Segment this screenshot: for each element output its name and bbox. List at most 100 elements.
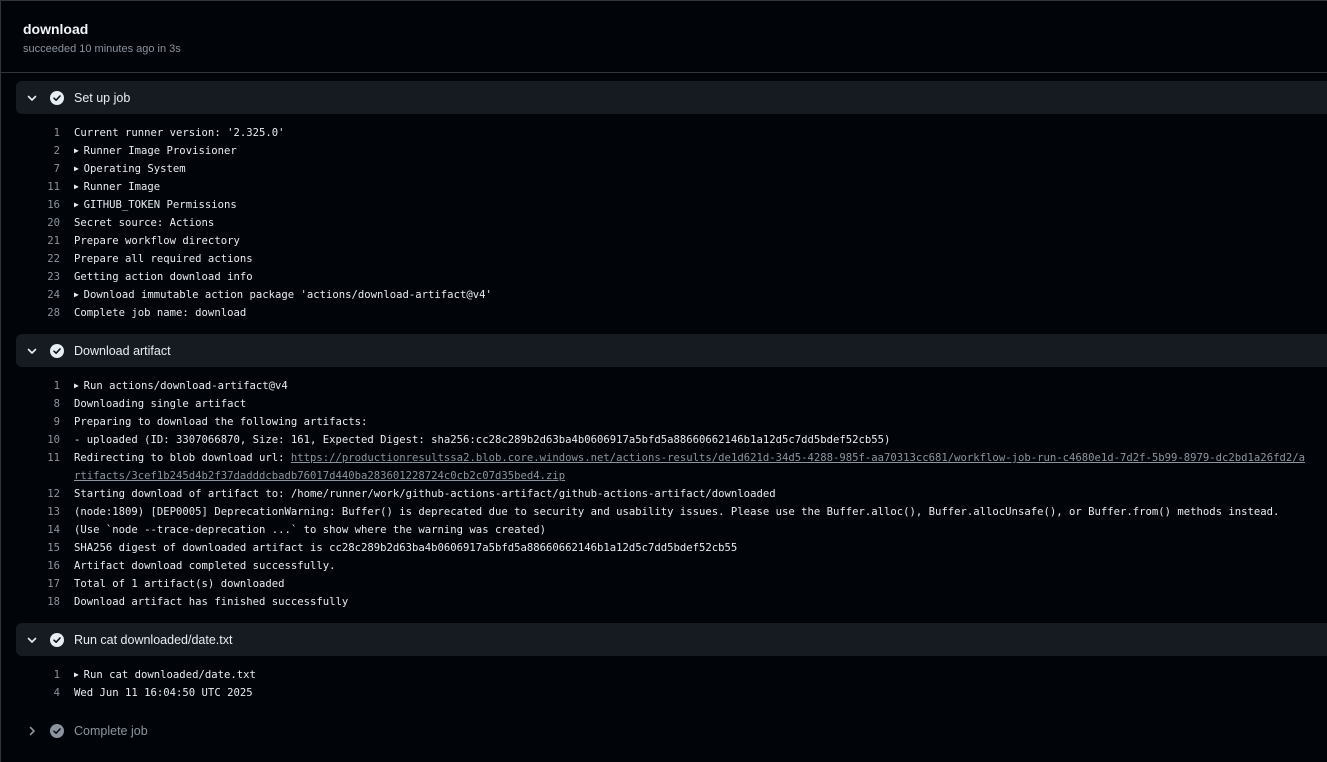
log-text: Total of 1 artifact(s) downloaded [74,575,1327,593]
log-line-text: GITHUB_TOKEN Permissions [83,199,237,211]
line-number[interactable]: 14 [1,521,60,539]
log-group-toggle[interactable]: ▶ Run actions/download-artifact@v4 [74,377,1327,395]
log-line: 8 Downloading single artifact [1,395,1327,413]
log-group-toggle[interactable]: ▶ Runner Image [74,178,1327,196]
line-number[interactable]: 11 [1,449,60,485]
check-circle-icon [50,723,64,738]
log-line: 10 - uploaded (ID: 3307066870, Size: 161,… [1,431,1327,449]
log-line-text: Preparing to download the following arti… [74,416,368,428]
log-line: 7 ▶ Operating System [1,160,1327,178]
line-number[interactable]: 8 [1,395,60,413]
step-header[interactable]: Download artifact [16,334,1327,367]
log-line: 16 Artifact download completed successful… [1,557,1327,575]
log-line: 11 Redirecting to blob download url: http… [1,449,1327,485]
chevron-right-icon[interactable] [25,724,39,738]
log-line-text: Getting action download info [74,271,253,283]
triangle-right-icon[interactable]: ▶ [74,146,84,155]
triangle-right-icon[interactable]: ▶ [74,200,84,209]
line-number[interactable]: 20 [1,214,60,232]
log-line: 1 ▶ Run actions/download-artifact@v4 [1,377,1327,395]
log-group-toggle[interactable]: ▶ Download immutable action package 'act… [74,286,1327,304]
line-number[interactable]: 17 [1,575,60,593]
step-log: 1 Current runner version: '2.325.0' 2 ▶ Run… [1,114,1327,334]
line-number[interactable]: 11 [1,178,60,196]
step-title: Complete job [74,723,148,738]
line-number[interactable]: 10 [1,431,60,449]
log-line-text: Prepare workflow directory [74,235,240,247]
log-line: 9 Preparing to download the following art… [1,413,1327,431]
line-number[interactable]: 23 [1,268,60,286]
log-text: Redirecting to blob download url: https:… [74,449,1327,485]
step-log: 1 ▶ Run actions/download-artifact@v4 8 Down… [1,367,1327,623]
line-number[interactable]: 16 [1,557,60,575]
log-line-text: (node:1809) [DEP0005] DeprecationWarning… [74,506,1280,518]
chevron-down-icon[interactable] [25,91,39,105]
line-number[interactable]: 16 [1,196,60,214]
log-text: Preparing to download the following arti… [74,413,1327,431]
log-line-text: Artifact download completed successfully… [74,560,336,572]
log-line-text: Runner Image Provisioner [83,145,237,157]
line-number[interactable]: 2 [1,142,60,160]
line-number[interactable]: 28 [1,304,60,322]
line-number[interactable]: 1 [1,377,60,395]
log-text: Getting action download info [74,268,1327,286]
log-text: Prepare all required actions [74,250,1327,268]
line-number[interactable]: 7 [1,160,60,178]
triangle-right-icon[interactable]: ▶ [74,670,84,679]
triangle-right-icon[interactable]: ▶ [74,182,84,191]
log-text: Complete job name: download [74,304,1327,322]
log-group-toggle[interactable]: ▶ GITHUB_TOKEN Permissions [74,196,1327,214]
line-number[interactable]: 22 [1,250,60,268]
log-line: 17 Total of 1 artifact(s) downloaded [1,575,1327,593]
log-text: Downloading single artifact [74,395,1327,413]
log-group-toggle[interactable]: ▶ Runner Image Provisioner [74,142,1327,160]
step-header[interactable]: Set up job [16,81,1327,114]
log-line-text: Complete job name: download [74,307,247,319]
line-number[interactable]: 4 [1,684,60,702]
line-number[interactable]: 12 [1,485,60,503]
log-line-text: Run actions/download-artifact@v4 [83,380,288,392]
line-number[interactable]: 15 [1,539,60,557]
log-text: Wed Jun 11 16:04:50 UTC 2025 [74,684,1327,702]
log-line-text: Operating System [83,163,186,175]
log-line-text: Prepare all required actions [74,253,253,265]
step-section: Run cat downloaded/date.txt 1 ▶ Run cat do… [1,623,1327,714]
log-line: 2 ▶ Runner Image Provisioner [1,142,1327,160]
line-number[interactable]: 1 [1,124,60,142]
step-title: Run cat downloaded/date.txt [74,632,233,647]
log-line-text: - uploaded (ID: 3307066870, Size: 161, E… [74,434,891,446]
log-line-text: Total of 1 artifact(s) downloaded [74,578,285,590]
line-number[interactable]: 21 [1,232,60,250]
log-text: Artifact download completed successfully… [74,557,1327,575]
log-line: 23 Getting action download info [1,268,1327,286]
log-line: 16 ▶ GITHUB_TOKEN Permissions [1,196,1327,214]
step-header-complete-job[interactable]: Complete job [16,714,1327,747]
log-text: Current runner version: '2.325.0' [74,124,1327,142]
triangle-right-icon[interactable]: ▶ [74,290,84,299]
line-number[interactable]: 13 [1,503,60,521]
log-group-toggle[interactable]: ▶ Operating System [74,160,1327,178]
log-text: Secret source: Actions [74,214,1327,232]
step-log: 1 ▶ Run cat downloaded/date.txt 4 Wed Jun 1… [1,656,1327,714]
log-line: 21 Prepare workflow directory [1,232,1327,250]
step-header[interactable]: Run cat downloaded/date.txt [16,623,1327,656]
line-number[interactable]: 24 [1,286,60,304]
log-line-text: Redirecting to blob download url: [74,452,291,464]
chevron-down-icon[interactable] [25,633,39,647]
log-text: (node:1809) [DEP0005] DeprecationWarning… [74,503,1327,521]
triangle-right-icon[interactable]: ▶ [74,381,84,390]
log-line: 28 Complete job name: download [1,304,1327,322]
log-line: 12 Starting download of artifact to: /hom… [1,485,1327,503]
line-number[interactable]: 18 [1,593,60,611]
steps-list: Set up job 1 Current runner version: '2.32… [1,73,1327,747]
log-group-toggle[interactable]: ▶ Run cat downloaded/date.txt [74,666,1327,684]
line-number[interactable]: 1 [1,666,60,684]
step-section: Set up job 1 Current runner version: '2.32… [1,81,1327,334]
chevron-down-icon[interactable] [25,344,39,358]
line-number[interactable]: 9 [1,413,60,431]
step-title: Download artifact [74,343,171,358]
log-line: 15 SHA256 digest of downloaded artifact i… [1,539,1327,557]
triangle-right-icon[interactable]: ▶ [74,164,84,173]
log-line: 14 (Use `node --trace-deprecation ...` to… [1,521,1327,539]
log-text: - uploaded (ID: 3307066870, Size: 161, E… [74,431,1327,449]
